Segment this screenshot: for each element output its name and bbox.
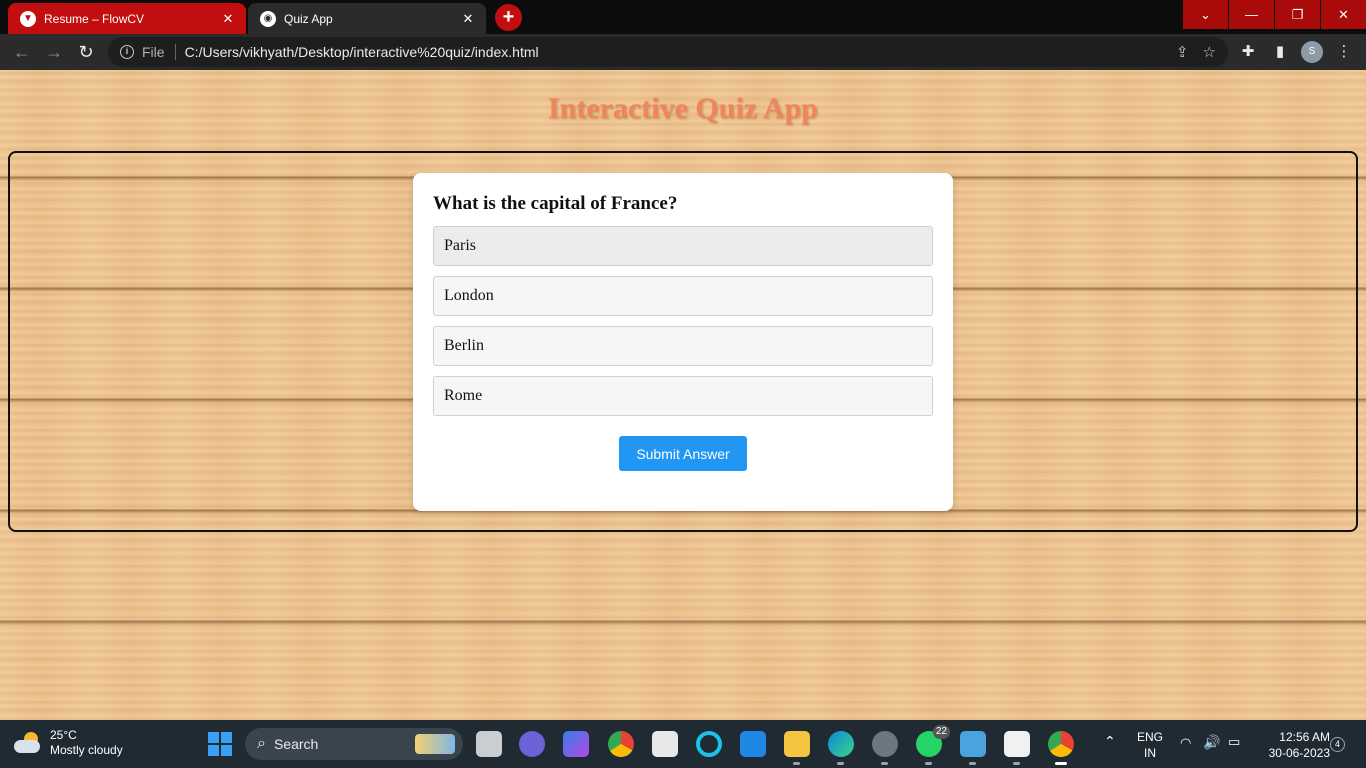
profile-avatar[interactable]: S: [1301, 41, 1323, 63]
microsoft-store-icon[interactable]: [652, 731, 678, 757]
option-button[interactable]: Paris: [433, 226, 933, 266]
clock-date: 30-06-2023: [1268, 746, 1330, 760]
restore-button[interactable]: ❐: [1275, 0, 1320, 29]
url-text[interactable]: C:/Users/vikhyath/Desktop/interactive%20…: [185, 44, 1162, 60]
task-view-icon[interactable]: [476, 731, 502, 757]
quiz-card: What is the capital of France? Paris Lon…: [413, 173, 953, 511]
browser-toolbar: ← → ↻ i File C:/Users/vikhyath/Desktop/i…: [0, 34, 1366, 70]
option-button[interactable]: Berlin: [433, 326, 933, 366]
chrome-active-icon[interactable]: [1048, 731, 1074, 765]
weather-description: Mostly cloudy: [50, 743, 123, 757]
close-window-button[interactable]: ✕: [1321, 0, 1366, 29]
cloudy-weather-icon: [14, 732, 42, 754]
copilot-icon[interactable]: [563, 731, 589, 757]
side-panel-icon[interactable]: ▮: [1270, 42, 1290, 60]
chrome-icon[interactable]: [608, 731, 634, 757]
globe-icon: ◉: [260, 10, 276, 27]
share-icon[interactable]: ⇪: [1176, 43, 1189, 61]
file-scheme-label: File: [142, 44, 176, 60]
reload-icon[interactable]: ↻: [74, 40, 98, 64]
teams-chat-icon[interactable]: [519, 731, 545, 757]
language-indicator[interactable]: ENG IN: [1133, 729, 1167, 761]
search-icon: ⌕: [257, 735, 266, 752]
option-button[interactable]: Rome: [433, 376, 933, 416]
clock[interactable]: 12:56 AM 30-06-2023: [1256, 729, 1330, 761]
notepad-icon[interactable]: [960, 731, 986, 765]
bookmark-star-icon[interactable]: ☆: [1203, 43, 1216, 61]
weather-widget[interactable]: 25°C Mostly cloudy: [14, 728, 123, 758]
new-tab-button[interactable]: +: [495, 4, 522, 31]
edge-icon[interactable]: [828, 731, 854, 765]
windows-taskbar: 25°C Mostly cloudy ⌕ Search 22 ⌃ ENG IN …: [0, 720, 1366, 768]
back-arrow-icon[interactable]: ←: [10, 40, 34, 64]
option-button[interactable]: London: [433, 276, 933, 316]
windows-start-icon[interactable]: [208, 732, 232, 756]
settings-gear-icon[interactable]: [872, 731, 898, 765]
tab-close-icon[interactable]: ✕: [460, 11, 476, 27]
chevron-up-icon[interactable]: ⌃: [1104, 733, 1116, 750]
search-highlight-icon: [415, 734, 455, 754]
weather-temperature: 25°C: [50, 728, 77, 742]
whatsapp-icon[interactable]: 22: [916, 725, 950, 765]
minimize-button[interactable]: —: [1229, 0, 1274, 29]
tab-resume-flowcv[interactable]: ▼ Resume – FlowCV ✕: [8, 3, 246, 34]
submit-answer-button[interactable]: Submit Answer: [619, 436, 747, 471]
page-title: Interactive Quiz App: [548, 92, 818, 125]
tab-strip: ▼ Resume – FlowCV ✕ ◉ Quiz App ✕ + ⌄ — ❐…: [0, 0, 1366, 34]
tab-search-button[interactable]: ⌄: [1183, 0, 1228, 29]
info-icon[interactable]: i: [120, 45, 134, 59]
whatsapp-badge: 22: [932, 725, 950, 739]
alexa-icon[interactable]: [696, 731, 722, 757]
clock-time: 12:56 AM: [1279, 730, 1330, 744]
extensions-puzzle-icon[interactable]: ✚: [1238, 42, 1258, 60]
tab-close-icon[interactable]: ✕: [220, 11, 236, 27]
address-bar[interactable]: i File C:/Users/vikhyath/Desktop/interac…: [108, 37, 1228, 67]
menu-kebab-icon[interactable]: ⋮: [1334, 42, 1354, 60]
mail-icon[interactable]: [740, 731, 766, 757]
tab-quiz-app[interactable]: ◉ Quiz App ✕: [248, 3, 486, 34]
forward-arrow-icon[interactable]: →: [42, 40, 66, 64]
volume-icon[interactable]: 🔊: [1203, 734, 1220, 751]
wifi-icon[interactable]: ◠: [1180, 735, 1191, 751]
snipping-tool-icon[interactable]: [1004, 731, 1030, 765]
taskbar-search[interactable]: ⌕ Search: [245, 728, 463, 760]
battery-icon[interactable]: ▭: [1228, 734, 1240, 750]
question-text: What is the capital of France?: [433, 193, 678, 214]
flowcv-favicon-icon: ▼: [20, 10, 36, 27]
file-explorer-icon[interactable]: [784, 731, 810, 765]
region-code: IN: [1144, 746, 1156, 760]
tab-title: Quiz App: [284, 11, 333, 26]
notification-count-badge[interactable]: 4: [1330, 737, 1345, 752]
language-code: ENG: [1136, 730, 1163, 744]
tab-title: Resume – FlowCV: [44, 11, 145, 26]
search-label: Search: [273, 736, 319, 752]
page-viewport: Interactive Quiz App What is the capital…: [0, 70, 1366, 720]
